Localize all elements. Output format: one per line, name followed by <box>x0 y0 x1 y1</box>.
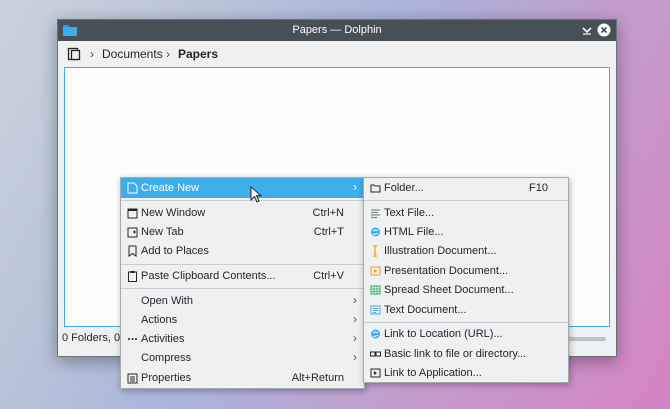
document-new-icon <box>127 182 138 194</box>
menu-separator <box>364 200 568 201</box>
submenu-item-html-file[interactable]: HTML File... <box>364 222 568 242</box>
globe-icon <box>371 329 380 339</box>
menu-item-create-new[interactable]: Create New › <box>121 178 364 198</box>
properties-icon <box>127 373 138 384</box>
create-new-submenu: Folder... F10 Text File... HTML File... … <box>363 177 569 383</box>
menu-separator <box>121 288 364 289</box>
presentation-icon <box>370 266 381 276</box>
menu-item-actions[interactable]: Actions › <box>121 310 364 330</box>
menu-item-activities[interactable]: Activities › <box>121 329 364 349</box>
window-new-icon <box>127 208 138 219</box>
spreadsheet-icon <box>370 285 381 295</box>
chevron-right-icon: › <box>353 180 357 194</box>
menu-item-new-window[interactable]: New Window Ctrl+N <box>121 203 364 223</box>
menu-item-compress[interactable]: Compress › <box>121 348 364 368</box>
breadcrumb-documents[interactable]: Documents <box>102 47 163 61</box>
submenu-item-link-url[interactable]: Link to Location (URL)... <box>364 324 568 344</box>
submenu-item-basic-link[interactable]: Basic link to file or directory... <box>364 344 568 364</box>
paste-icon <box>128 271 137 282</box>
application-icon <box>370 368 381 378</box>
chevron-right-icon: › <box>353 293 357 307</box>
chevron-right-icon: › <box>353 331 357 345</box>
bookmark-icon <box>128 245 137 257</box>
title-bar[interactable]: Papers — Dolphin <box>58 20 616 41</box>
folder-icon <box>370 184 381 193</box>
minimize-icon[interactable] <box>580 23 594 37</box>
menu-item-add-to-places[interactable]: Add to Places <box>121 241 364 261</box>
submenu-item-presentation[interactable]: Presentation Document... <box>364 261 568 281</box>
mouse-cursor-icon <box>250 186 263 203</box>
tab-new-icon <box>127 227 138 238</box>
context-menu: Create New › New Window Ctrl+N New Tab C… <box>120 177 365 389</box>
activities-icon <box>128 338 137 340</box>
submenu-item-text-document[interactable]: Text Document... <box>364 300 568 320</box>
menu-item-new-tab[interactable]: New Tab Ctrl+T <box>121 222 364 242</box>
text-file-icon <box>371 209 380 219</box>
breadcrumb-papers[interactable]: Papers <box>178 47 218 61</box>
menu-separator <box>121 200 364 201</box>
chevron-right-icon: › <box>90 47 94 61</box>
submenu-item-link-app[interactable]: Link to Application... <box>364 363 568 383</box>
menu-item-open-with[interactable]: Open With › <box>121 291 364 311</box>
zoom-slider[interactable] <box>566 337 606 341</box>
link-icon <box>370 351 381 357</box>
status-bar-text: 0 Folders, 0 <box>62 332 121 344</box>
chevron-right-icon: › <box>353 312 357 326</box>
places-icon[interactable] <box>67 47 81 61</box>
menu-item-paste[interactable]: Paste Clipboard Contents... Ctrl+V <box>121 266 364 286</box>
text-document-icon <box>370 305 381 315</box>
globe-icon <box>371 227 380 237</box>
menu-item-properties[interactable]: Properties Alt+Return <box>121 368 364 388</box>
submenu-item-text-file[interactable]: Text File... <box>364 203 568 223</box>
close-icon[interactable] <box>597 23 611 37</box>
chevron-right-icon: › <box>166 47 170 61</box>
submenu-item-illustration[interactable]: Illustration Document... <box>364 241 568 261</box>
window-title: Papers — Dolphin <box>292 24 382 36</box>
chevron-right-icon: › <box>353 350 357 364</box>
menu-separator <box>364 322 568 323</box>
submenu-item-spreadsheet[interactable]: Spread Sheet Document... <box>364 280 568 300</box>
menu-separator <box>121 264 364 265</box>
location-bar: › Documents › Papers <box>58 41 616 67</box>
submenu-item-folder[interactable]: Folder... F10 <box>364 178 568 198</box>
illustration-icon <box>373 245 377 257</box>
